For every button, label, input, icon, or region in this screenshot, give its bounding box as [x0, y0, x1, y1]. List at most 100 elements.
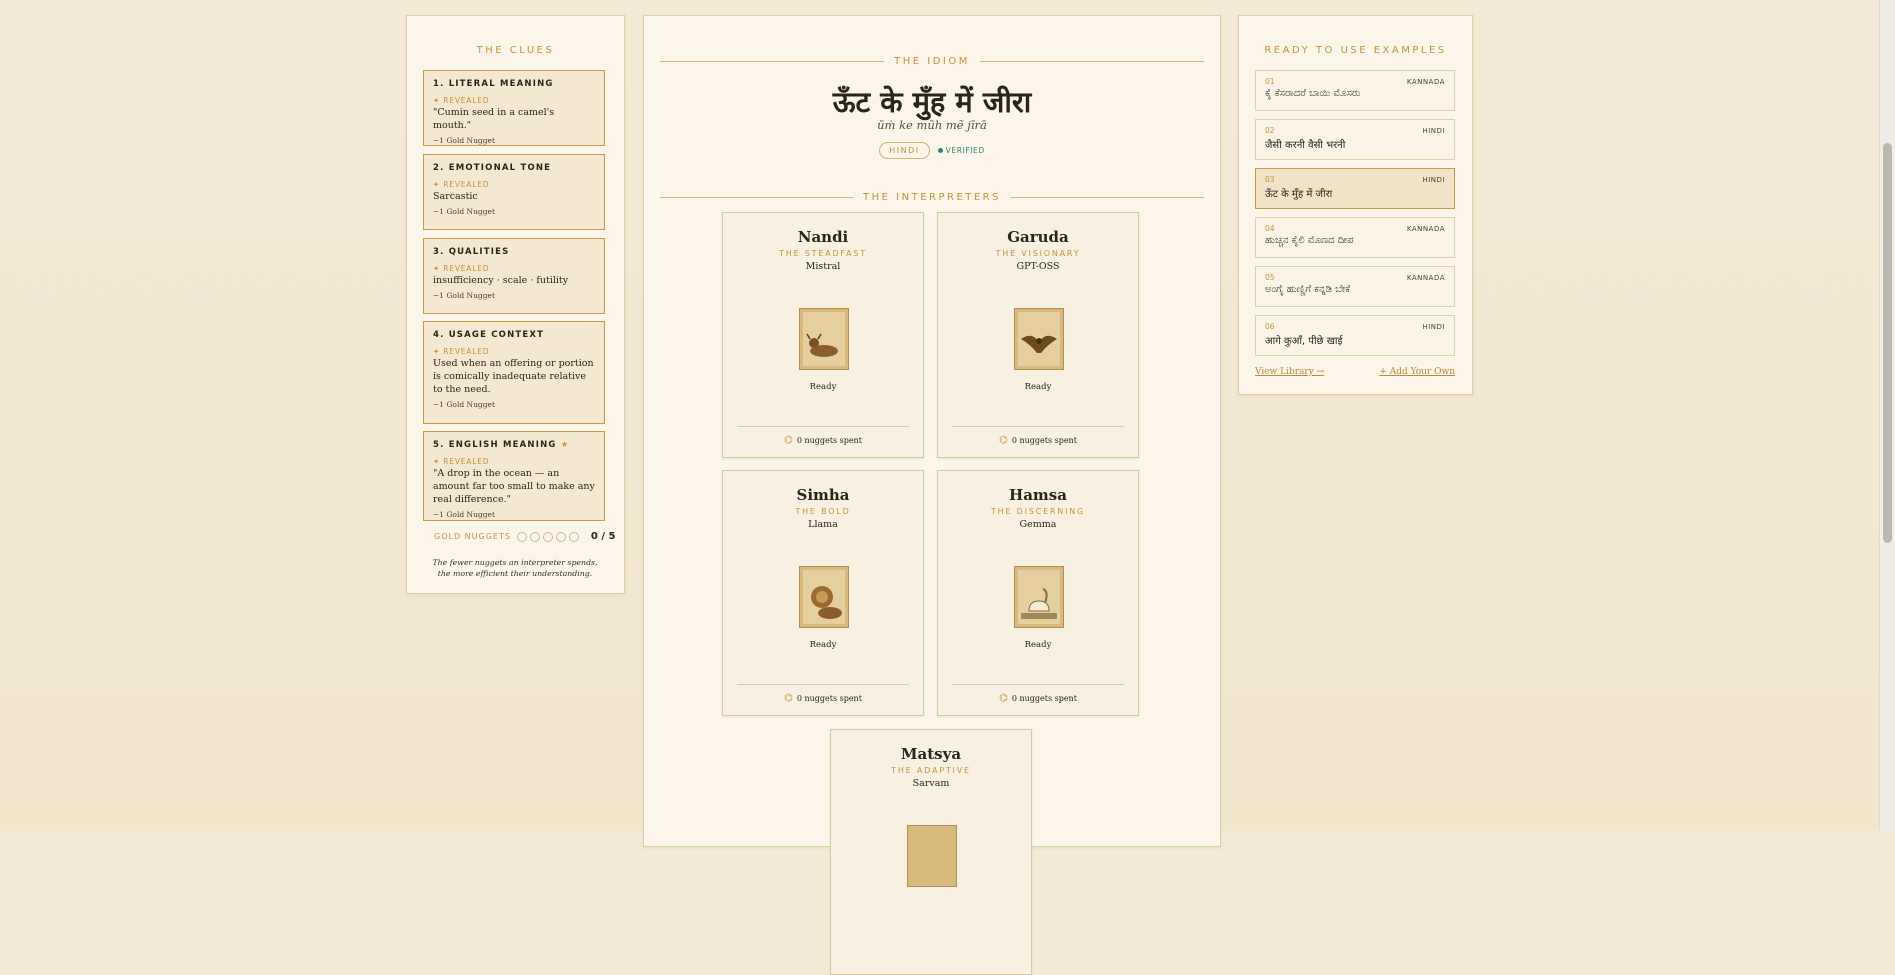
example-text: ಹುಚ್ಚನ ಕೈಲಿ ಮೊಣದ ದೀಪ — [1265, 235, 1354, 246]
example-text: आगे कुआँ, पीछे खाई — [1265, 336, 1343, 347]
example-language: KANNADA — [1406, 274, 1445, 282]
interpreters-section-title: THE INTERPRETERS — [863, 192, 1001, 203]
page-scrollbar[interactable] — [1879, 0, 1895, 831]
nugget-circles — [516, 531, 582, 542]
language-badge: HINDI — [879, 142, 930, 159]
interpreter-epithet: THE VISIONARY — [995, 249, 1081, 258]
nugget-circle-icon — [568, 531, 579, 542]
example-language: HINDI — [1422, 176, 1445, 184]
clue-value: "Cumin seed in a camel's mouth." — [433, 107, 555, 131]
example-number: 06 — [1265, 322, 1275, 331]
main-panel: THE IDIOM ऊँट के मुँह में जीरा ūṁ ke mūh… — [643, 15, 1221, 975]
idiom-text: ऊँट के मुँह में जीरा — [832, 85, 1032, 119]
interpreter-epithet: THE DISCERNING — [990, 507, 1086, 516]
clue-cost: −1 Gold Nugget — [433, 510, 495, 519]
nuggets-spent: ⌬ 0 nuggets spent — [784, 693, 862, 704]
idiom-section-header: THE IDIOM — [660, 56, 1205, 67]
clue-cost: −1 Gold Nugget — [433, 207, 495, 216]
bull-icon — [799, 308, 849, 370]
interpreter-model: Sarvam — [912, 778, 950, 789]
clue-cost: −1 Gold Nugget — [433, 291, 495, 300]
interpreter-card-nandi[interactable]: Nandi THE STEADFAST Mistral Ready ⌬ 0 nug… — [722, 212, 924, 458]
scrollbar-thumb[interactable] — [1883, 143, 1892, 543]
example-item[interactable]: 05 KANNADA ಅಂಗೈ ಹುಣ್ಣಿಗೆ ಕನ್ನಡಿ ಬೇಕೆ — [1255, 266, 1455, 307]
example-language: KANNADA — [1406, 225, 1445, 233]
interpreter-status: Ready — [1024, 382, 1052, 392]
divider-line — [1010, 197, 1205, 198]
clue-literal-meaning[interactable]: 1. LITERAL MEANING ✦ REVEALED "Cumin see… — [423, 70, 605, 146]
interpreter-name: Nandi — [797, 228, 849, 246]
example-number: 02 — [1265, 126, 1275, 135]
nuggets-spent: ⌬ 0 nuggets spent — [784, 435, 862, 446]
interpreter-card-simha[interactable]: Simha THE BOLD Llama Ready ⌬ 0 nuggets sp… — [722, 470, 924, 716]
verified-dot-icon — [937, 148, 943, 153]
nugget-circle-icon — [516, 531, 527, 542]
interpreter-model: Llama — [808, 519, 838, 530]
example-item[interactable]: 01 KANNADA ಕೈ ಕೆಸರಾದರೆ ಬಾಯಿ ಮೊಸರು — [1255, 70, 1455, 111]
idiom-section-title: THE IDIOM — [894, 56, 970, 67]
clue-value: Used when an offering or portion is comi… — [433, 358, 594, 395]
clue-cost: −1 Gold Nugget — [433, 136, 495, 145]
tag-icon: ⌬ — [999, 693, 1008, 704]
clues-title: THE CLUES — [476, 45, 555, 56]
clue-usage-context[interactable]: 4. USAGE CONTEXT ✦ REVEALED Used when an… — [423, 321, 605, 424]
example-text: ಅಂಗೈ ಹುಣ್ಣಿಗೆ ಕನ್ನಡಿ ಬೇಕೆ — [1265, 284, 1351, 295]
clue-title: 1. LITERAL MEANING — [433, 79, 554, 89]
divider-line — [660, 197, 854, 198]
tag-icon: ⌬ — [784, 435, 793, 446]
example-number: 03 — [1265, 175, 1275, 184]
add-your-own-link[interactable]: + Add Your Own — [1379, 367, 1455, 377]
example-item[interactable]: 04 KANNADA ಹುಚ್ಚನ ಕೈಲಿ ಮೊಣದ ದೀಪ — [1255, 217, 1455, 258]
divider-line — [660, 61, 885, 62]
interpreter-status: Ready — [809, 382, 837, 392]
revealed-label: ✦ REVEALED — [433, 347, 490, 356]
examples-links: View Library → + Add Your Own — [1255, 367, 1455, 377]
clue-english-meaning[interactable]: 5. ENGLISH MEANING ★ ✦ REVEALED "A drop … — [423, 431, 605, 521]
interpreter-card-hamsa[interactable]: Hamsa THE DISCERNING Gemma Ready ⌬ 0 nugg… — [937, 470, 1139, 716]
interpreter-card-matsya[interactable]: Matsya THE ADAPTIVE Sarvam — [830, 729, 1032, 975]
examples-title: READY TO USE EXAMPLES — [1264, 45, 1447, 56]
example-item[interactable]: 02 HINDI जैसी करनी वैसी भरनी — [1255, 119, 1455, 160]
gold-nuggets-label: GOLD NUGGETS — [434, 532, 511, 541]
revealed-label: ✦ REVEALED — [433, 96, 490, 105]
interpreter-model: GPT-OSS — [1016, 261, 1060, 272]
example-item-active[interactable]: 03 HINDI ऊँट के मुँह में जीरा — [1255, 168, 1455, 209]
clue-emotional-tone[interactable]: 2. EMOTIONAL TONE ✦ REVEALED Sarcastic −… — [423, 154, 605, 230]
nugget-circle-icon — [555, 531, 566, 542]
gold-nuggets-count: 0 / 5 — [590, 531, 616, 542]
interpreter-epithet: THE BOLD — [795, 507, 851, 516]
clue-value: Sarcastic — [433, 191, 478, 202]
clue-title: 4. USAGE CONTEXT — [433, 330, 545, 340]
card-divider — [737, 426, 909, 427]
clue-cost: −1 Gold Nugget — [433, 400, 495, 409]
lion-icon — [799, 566, 849, 628]
idiom-badges: HINDI VERIFIED — [644, 142, 1220, 159]
examples-panel: READY TO USE EXAMPLES 01 KANNADA ಕೈ ಕೆಸರ… — [1238, 15, 1473, 395]
clue-value: "A drop in the ocean — an amount far too… — [433, 468, 595, 505]
star-icon: ★ — [560, 440, 570, 450]
interpreter-card-garuda[interactable]: Garuda THE VISIONARY GPT-OSS Ready ⌬ 0 nu… — [937, 212, 1139, 458]
interpreter-status: Ready — [1024, 640, 1052, 650]
interpreter-name: Simha — [796, 486, 850, 504]
eagle-icon — [1014, 308, 1064, 370]
card-divider — [737, 684, 909, 685]
clues-panel: THE CLUES 1. LITERAL MEANING ✦ REVEALED … — [406, 15, 625, 594]
verified-badge: VERIFIED — [937, 146, 985, 155]
interpreter-model: Gemma — [1019, 519, 1057, 530]
interpreter-epithet: THE ADAPTIVE — [891, 766, 971, 775]
example-language: HINDI — [1422, 323, 1445, 331]
interpreter-model: Mistral — [805, 261, 841, 272]
clue-title: 5. ENGLISH MEANING ★ — [433, 440, 570, 450]
view-library-link[interactable]: View Library → — [1255, 367, 1324, 377]
clue-value: insufficiency · scale · futility — [433, 275, 569, 286]
interpreter-status: Ready — [809, 640, 837, 650]
example-text: ಕೈ ಕೆಸರಾದರೆ ಬಾಯಿ ಮೊಸರು — [1265, 88, 1361, 99]
idiom-transliteration: ūṁ ke mūh mẽ jīrā — [877, 118, 987, 132]
clue-title: 2. EMOTIONAL TONE — [433, 163, 552, 173]
example-text: ऊँट के मुँह में जीरा — [1265, 189, 1333, 200]
gold-nuggets-meter: GOLD NUGGETS 0 / 5 — [434, 531, 615, 542]
card-divider — [952, 426, 1124, 427]
example-item[interactable]: 06 HINDI आगे कुआँ, पीछे खाई — [1255, 315, 1455, 356]
clue-qualities[interactable]: 3. QUALITIES ✦ REVEALED insufficiency · … — [423, 238, 605, 314]
interpreter-epithet: THE STEADFAST — [779, 249, 867, 258]
